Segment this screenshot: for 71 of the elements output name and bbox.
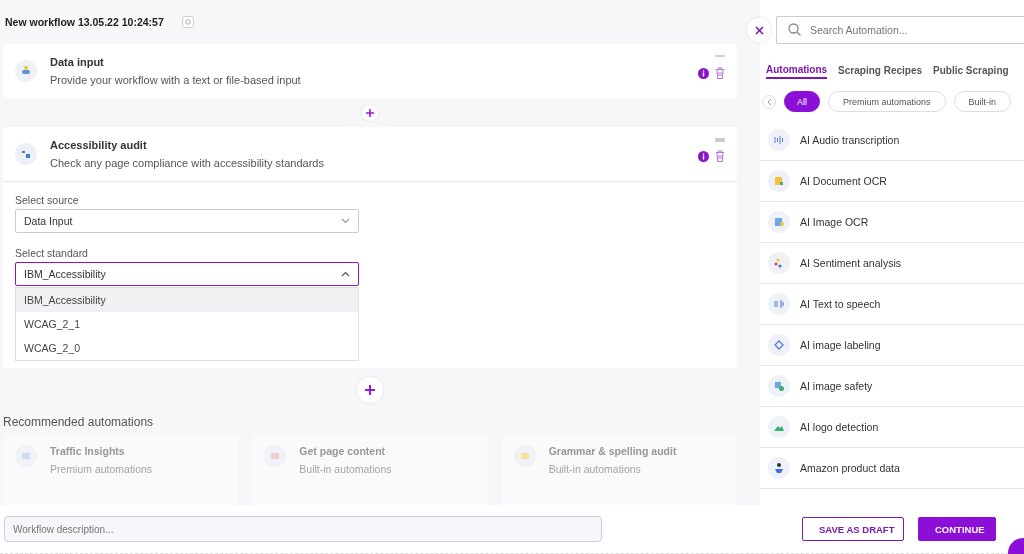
filter-chip[interactable]: Built-in bbox=[953, 91, 1012, 112]
automation-item[interactable]: AI Text to speech bbox=[760, 284, 1024, 325]
automation-item[interactable]: AI Audio transcription bbox=[760, 120, 1024, 161]
add-step-button[interactable] bbox=[357, 376, 383, 403]
chevron-left-icon bbox=[766, 97, 772, 106]
step-icon bbox=[15, 143, 37, 166]
document-icon bbox=[768, 170, 790, 192]
caret-icon bbox=[341, 271, 350, 278]
filter-chip[interactable]: Premium automations bbox=[828, 91, 946, 112]
field-label: Select source bbox=[15, 194, 80, 207]
step-description: Provide your workflow with a text or file-based input bbox=[50, 74, 301, 87]
automation-item[interactable]: AI image labeling bbox=[760, 325, 1024, 366]
search-icon bbox=[788, 23, 801, 36]
automation-item[interactable]: AI Image OCR bbox=[760, 202, 1024, 243]
add-step-button[interactable] bbox=[362, 104, 378, 121]
info-icon[interactable] bbox=[698, 150, 709, 162]
dropdown-option[interactable]: WCAG_2_1 bbox=[16, 312, 358, 337]
step-icon bbox=[15, 60, 37, 83]
automation-name: AI image safety bbox=[800, 380, 873, 392]
dropdown-option[interactable]: IBM_Accessibility bbox=[16, 288, 358, 313]
automation-name: AI Image OCR bbox=[800, 216, 869, 228]
recommendation-category: Built-in automations bbox=[548, 463, 642, 475]
recommendation-category: Built-in automations bbox=[299, 463, 392, 475]
automation-name: AI Text to speech bbox=[800, 298, 881, 310]
image-icon bbox=[768, 211, 790, 233]
tab[interactable]: Scraping Recipes bbox=[838, 62, 923, 79]
close-icon bbox=[754, 25, 764, 35]
recommendation-title: Get page content bbox=[299, 445, 387, 457]
search-field[interactable]: Search Automation... bbox=[776, 16, 1024, 44]
info-icon[interactable] bbox=[698, 67, 709, 79]
step-description: Check any page compliance with accessibility standards bbox=[50, 157, 324, 170]
trash-icon[interactable] bbox=[715, 67, 725, 80]
filter-chip[interactable]: All bbox=[784, 91, 820, 112]
step-title: Data input bbox=[50, 56, 105, 69]
select-field[interactable]: IBM_Accessibility bbox=[15, 262, 359, 287]
automation-icon bbox=[15, 445, 37, 467]
caret-icon bbox=[341, 218, 350, 225]
select-field[interactable]: Data Input bbox=[15, 209, 359, 234]
automation-item[interactable]: AI logo detection bbox=[760, 407, 1024, 448]
tab[interactable]: Automations bbox=[766, 62, 828, 79]
automation-item[interactable]: AI Sentiment analysis bbox=[760, 243, 1024, 284]
waveform-icon bbox=[768, 129, 790, 151]
automation-name: AI Sentiment analysis bbox=[800, 257, 901, 269]
section-heading: Recommended automations bbox=[3, 415, 155, 429]
continue-button[interactable]: CONTINUE bbox=[918, 517, 996, 541]
automation-item[interactable]: AI Document OCR bbox=[760, 161, 1024, 202]
workflow-title: New workflow 13.05.22 10:24:57 bbox=[5, 16, 164, 29]
automation-item[interactable]: AI image safety bbox=[760, 366, 1024, 407]
field-label: Select standard bbox=[15, 247, 89, 260]
description-field[interactable]: Workflow description... bbox=[4, 516, 602, 542]
save-draft-button[interactable]: SAVE AS DRAFT bbox=[802, 517, 904, 541]
automation-name: AI Audio transcription bbox=[800, 134, 900, 146]
recommendation-title: Grammar & spelling audit bbox=[548, 445, 677, 457]
plus-icon bbox=[366, 108, 374, 117]
step-title: Accessibility audit bbox=[50, 139, 148, 152]
automation-icon bbox=[513, 445, 536, 467]
automation-name: AI logo detection bbox=[800, 421, 879, 433]
plus-icon bbox=[365, 384, 375, 395]
recommendation-title: Traffic Insights bbox=[50, 445, 126, 457]
scroll-left-button[interactable] bbox=[762, 94, 776, 109]
tab[interactable]: Public Scraping bbox=[933, 62, 1009, 79]
dots-icon bbox=[768, 252, 790, 274]
close-button[interactable] bbox=[747, 18, 771, 42]
automation-item[interactable]: Amazon product data bbox=[760, 448, 1024, 489]
automation-name: AI image labeling bbox=[800, 339, 881, 351]
automation-name: AI Document OCR bbox=[800, 175, 887, 187]
automation-icon bbox=[264, 445, 287, 467]
recommendation-category: Premium automations bbox=[50, 463, 153, 475]
dropdown-option[interactable]: WCAG_2_0 bbox=[16, 336, 358, 361]
automation-name: Amazon product data bbox=[800, 462, 900, 474]
trash-icon[interactable] bbox=[715, 150, 725, 163]
